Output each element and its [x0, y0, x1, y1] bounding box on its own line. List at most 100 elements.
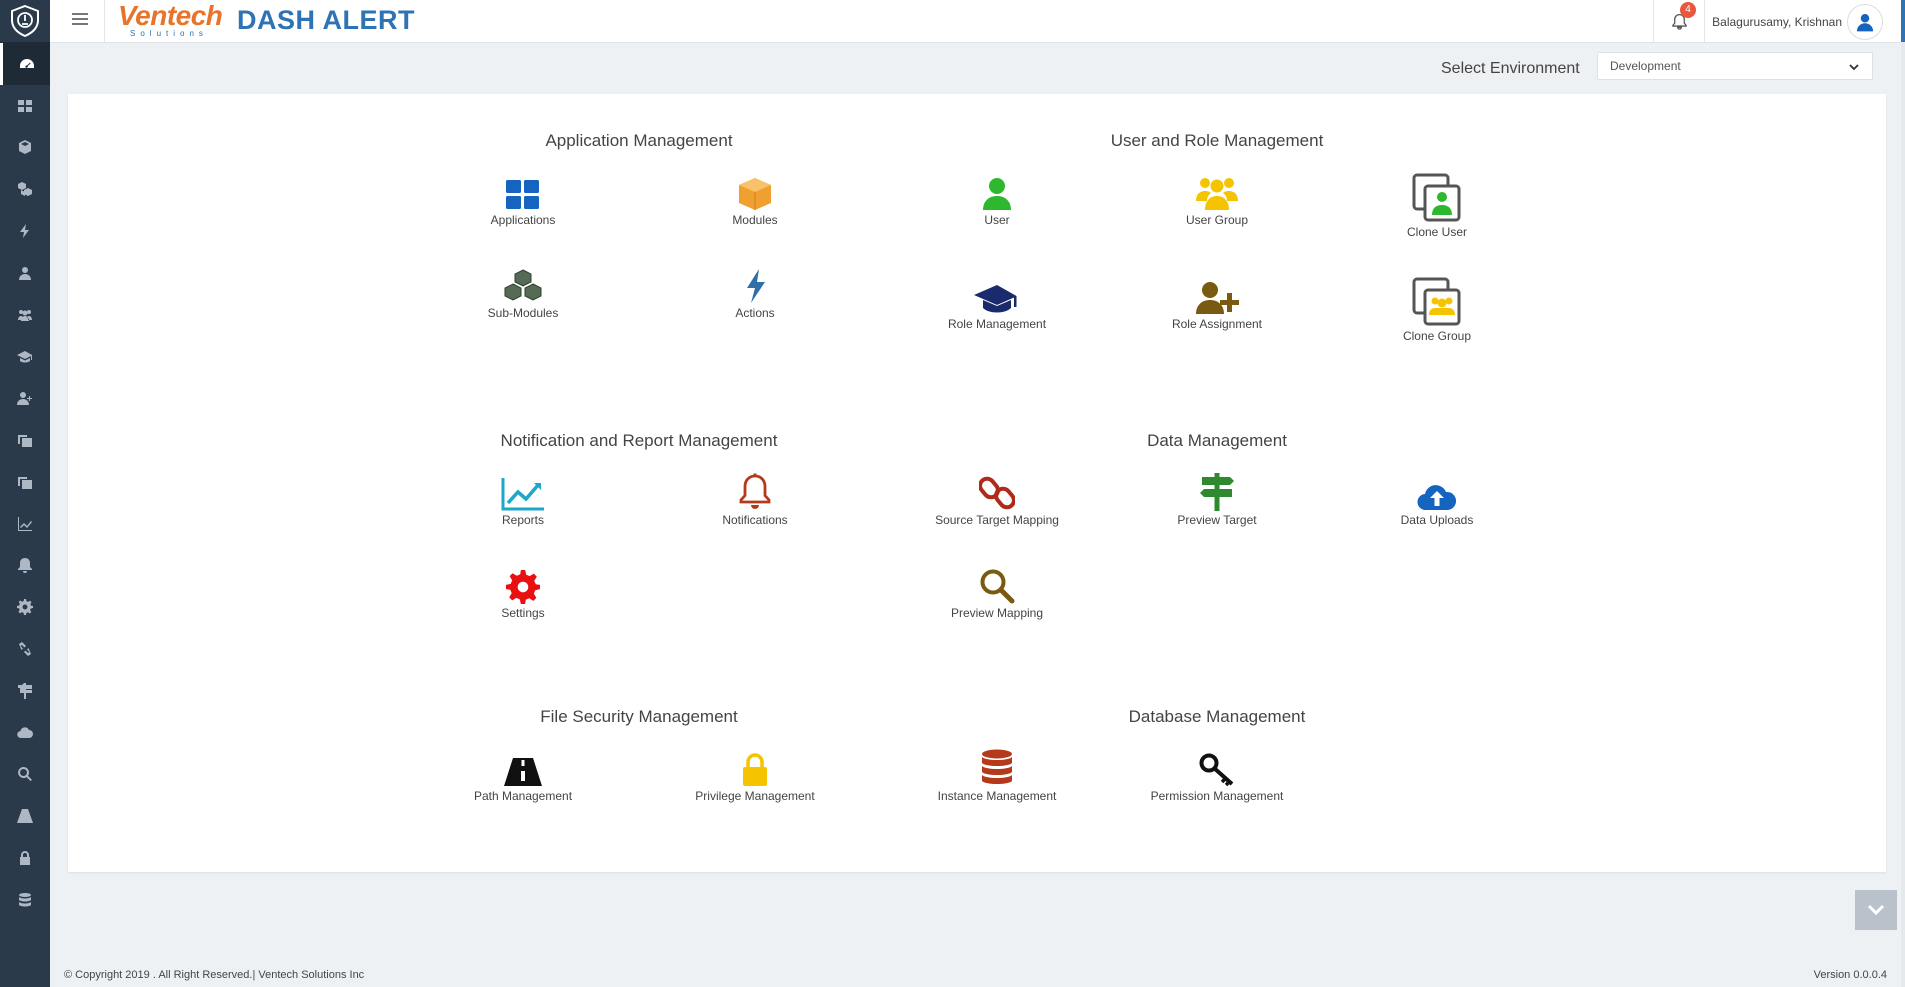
sidebar-item-user[interactable]	[0, 252, 50, 294]
sidebar-item-path-management[interactable]	[0, 795, 50, 837]
user-icon	[982, 177, 1012, 211]
tile-label: Clone Group	[1347, 329, 1527, 343]
sidebar-item-user-group[interactable]	[0, 294, 50, 336]
tile-permission-management[interactable]: Permission Management	[1127, 747, 1307, 803]
tile-privilege-management[interactable]: Privilege Management	[665, 747, 845, 803]
tile-label: Preview Mapping	[907, 606, 1087, 620]
tile-sub-modules[interactable]: Sub-Modules	[433, 264, 613, 320]
tile-instance-management[interactable]: Instance Management	[907, 747, 1087, 803]
brand-logo-subtext: Solutions	[130, 29, 208, 38]
tile-label: User	[907, 213, 1087, 227]
tile-label: Notifications	[665, 513, 845, 527]
sidebar-item-clone-group[interactable]	[0, 461, 50, 503]
sidebar-item-modules[interactable]	[0, 127, 50, 169]
scroll-down-button[interactable]	[1855, 890, 1897, 930]
tile-label: Instance Management	[907, 789, 1087, 803]
page-scrollbar[interactable]	[1901, 42, 1905, 987]
sidebar-item-sub-modules[interactable]	[0, 168, 50, 210]
sidebar-item-applications[interactable]	[0, 85, 50, 127]
tile-modules[interactable]: Modules	[665, 171, 845, 227]
tile-label: Role Assignment	[1127, 317, 1307, 331]
tile-label: Settings	[433, 606, 613, 620]
sidebar-item-database[interactable]	[0, 879, 50, 921]
applications-icon	[505, 179, 541, 211]
cloud-upload-icon	[17, 725, 33, 741]
gear-icon	[17, 599, 33, 615]
database-icon	[17, 892, 33, 908]
section-title-application-management: Application Management	[439, 131, 839, 151]
hamburger-menu-icon[interactable]	[72, 13, 88, 27]
user-plus-icon	[1195, 281, 1239, 315]
section-title-file-security-management: File Security Management	[439, 707, 839, 727]
sidebar-item-role-management[interactable]	[0, 336, 50, 378]
tile-clone-group[interactable]: Clone Group	[1347, 275, 1527, 343]
tile-settings[interactable]: Settings	[433, 564, 613, 620]
section-title-user-role-management: User and Role Management	[1017, 131, 1417, 151]
database-icon	[980, 749, 1014, 787]
lightning-bolt-icon	[743, 268, 767, 304]
sidebar-item-dashboard[interactable]	[0, 43, 50, 85]
sidebar-item-notifications[interactable]	[0, 545, 50, 587]
tile-preview-target[interactable]: Preview Target	[1127, 471, 1307, 527]
modules-icon	[17, 139, 33, 155]
sidebar-item-source-target-mapping[interactable]	[0, 628, 50, 670]
tile-role-management[interactable]: Role Management	[907, 275, 1087, 331]
tile-notifications[interactable]: Notifications	[665, 471, 845, 527]
tile-label: Data Uploads	[1347, 513, 1527, 527]
app-logo[interactable]	[0, 0, 50, 43]
sub-modules-icon	[17, 181, 33, 197]
tile-source-target-mapping[interactable]: Source Target Mapping	[907, 471, 1087, 527]
tile-role-assignment[interactable]: Role Assignment	[1127, 275, 1307, 331]
dashboard-icon	[19, 56, 35, 72]
clone-group-icon	[1412, 277, 1462, 327]
search-icon	[17, 766, 33, 782]
tile-label: Modules	[665, 213, 845, 227]
search-icon	[979, 568, 1015, 604]
notifications-button[interactable]: 4	[1653, 0, 1705, 42]
tile-label: Reports	[433, 513, 613, 527]
notification-count-badge: 4	[1680, 2, 1696, 18]
sidebar-item-reports[interactable]	[0, 503, 50, 545]
actions-icon	[17, 223, 33, 239]
dashboard-card: Application Management User and Role Man…	[68, 94, 1886, 872]
tile-label: Source Target Mapping	[907, 513, 1087, 527]
road-icon	[17, 808, 33, 824]
clone-group-icon	[17, 474, 33, 490]
tile-clone-user[interactable]: Clone User	[1347, 171, 1527, 239]
tile-label: Permission Management	[1127, 789, 1307, 803]
chevron-down-icon	[1867, 904, 1885, 916]
sidebar-item-clone-user[interactable]	[0, 419, 50, 461]
tile-data-uploads[interactable]: Data Uploads	[1347, 471, 1527, 527]
tile-user[interactable]: User	[907, 171, 1087, 227]
environment-selected-value: Development	[1610, 59, 1681, 73]
signpost-icon	[17, 683, 33, 699]
section-title-data-management: Data Management	[1017, 431, 1417, 451]
tile-reports[interactable]: Reports	[433, 471, 613, 527]
tile-actions[interactable]: Actions	[665, 264, 845, 320]
footer-copyright: © Copyright 2019 . All Right Reserved.| …	[64, 969, 364, 981]
graduation-cap-icon	[973, 283, 1021, 315]
signpost-icon	[1199, 473, 1235, 511]
sidebar-item-privilege-management[interactable]	[0, 837, 50, 879]
sidebar-item-preview-mapping[interactable]	[0, 754, 50, 796]
tile-preview-mapping[interactable]: Preview Mapping	[907, 564, 1087, 620]
user-name[interactable]: Balagurusamy, Krishnan	[1712, 15, 1842, 29]
user-plus-icon	[17, 390, 33, 406]
tile-label: Applications	[433, 213, 613, 227]
section-title-notification-report-management: Notification and Report Management	[439, 431, 839, 451]
user-avatar[interactable]	[1847, 4, 1883, 40]
environment-select[interactable]: Development	[1597, 52, 1873, 80]
sidebar-item-data-uploads[interactable]	[0, 712, 50, 754]
sidebar-item-preview-target[interactable]	[0, 670, 50, 712]
tile-path-management[interactable]: Path Management	[433, 747, 613, 803]
sidebar-item-actions[interactable]	[0, 210, 50, 252]
gear-icon	[506, 570, 540, 604]
sidebar-item-role-assignment[interactable]	[0, 377, 50, 419]
tile-label: Privilege Management	[665, 789, 845, 803]
sidebar-item-settings[interactable]	[0, 586, 50, 628]
lock-icon	[17, 850, 33, 866]
divider	[104, 0, 105, 42]
tile-applications[interactable]: Applications	[433, 171, 613, 227]
lock-icon	[741, 753, 769, 787]
tile-user-group[interactable]: User Group	[1127, 171, 1307, 227]
